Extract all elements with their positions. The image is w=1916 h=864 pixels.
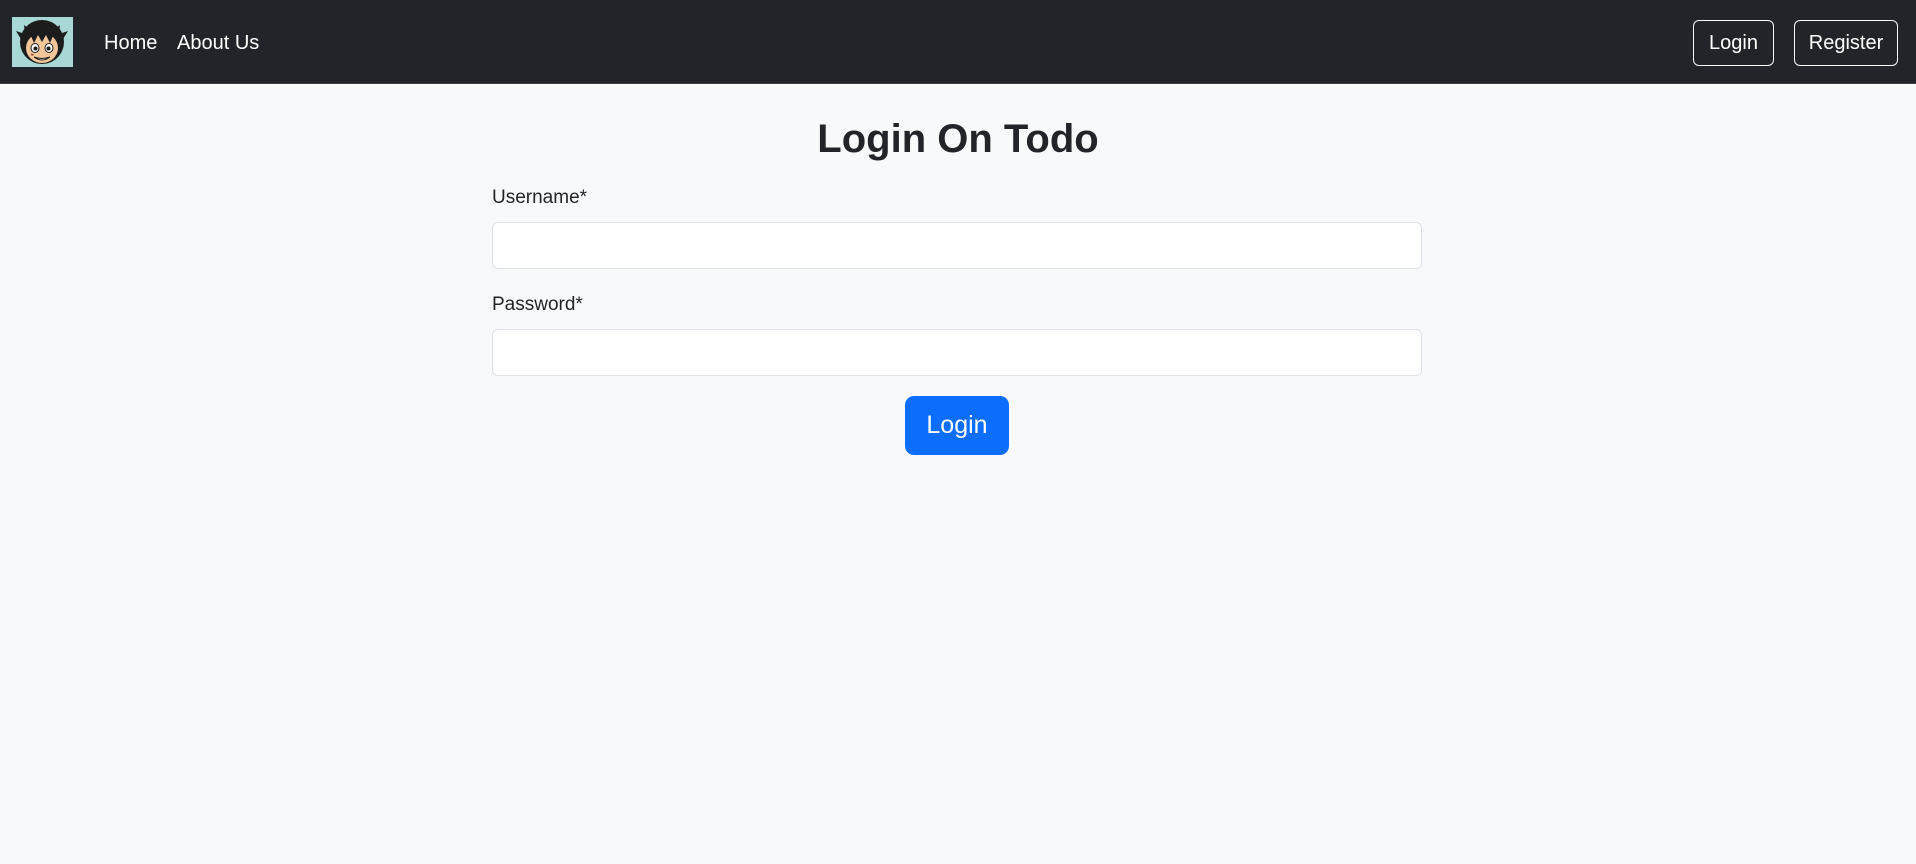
straw-hat-avatar-icon [12,17,73,67]
nav-link-home[interactable]: Home [104,30,157,56]
nav-login-button[interactable]: Login [1693,20,1774,66]
username-input[interactable] [492,222,1422,269]
username-label: Username* [492,187,588,208]
password-input[interactable] [492,329,1422,376]
page-title: Login On Todo [817,117,1099,161]
password-label: Password* [492,294,583,315]
nav-register-button[interactable]: Register [1794,20,1898,66]
brand-logo-link[interactable] [12,17,73,67]
top-navbar: Home About Us Login Register [0,0,1916,84]
login-submit-button[interactable]: Login [905,396,1009,455]
nav-link-about-us[interactable]: About Us [177,30,259,56]
